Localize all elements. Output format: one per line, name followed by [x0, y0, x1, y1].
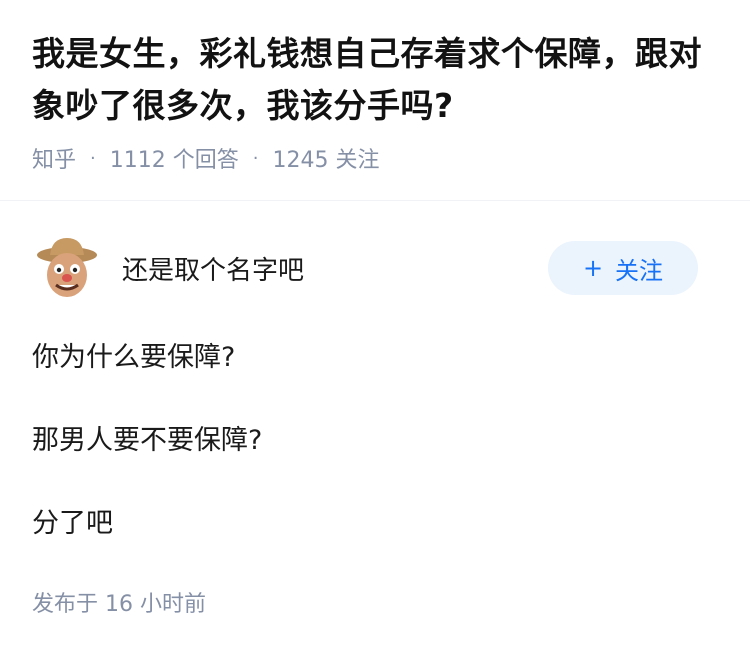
- section-divider: [0, 200, 750, 201]
- separator-dot: ·: [252, 147, 259, 169]
- publish-time-value: 16 小时前: [105, 592, 207, 617]
- publish-time[interactable]: 发布于 16 小时前: [32, 586, 206, 618]
- followers-count-group[interactable]: 1245 关注: [273, 142, 380, 174]
- answer-card: 还是取个名字吧 + 关注 你为什么要保障? 那男人要不要保障? 分了吧 发布于 …: [32, 236, 718, 617]
- answers-count: 1112: [109, 148, 166, 173]
- plus-icon: +: [582, 254, 604, 282]
- question-header: 我是女生，彩礼钱想自己存着求个保障，跟对象吵了很多次，我该分手吗? 知乎 · 1…: [0, 0, 750, 174]
- separator-dot: ·: [90, 147, 96, 169]
- answers-label: 个回答: [172, 148, 239, 173]
- question-title[interactable]: 我是女生，彩礼钱想自己存着求个保障，跟对象吵了很多次，我该分手吗?: [32, 28, 718, 132]
- answer-paragraph: 你为什么要保障?: [32, 342, 236, 373]
- answer-paragraph: 那男人要不要保障?: [32, 425, 263, 456]
- source-label[interactable]: 知乎: [32, 142, 76, 174]
- cartoon-man-avatar[interactable]: [32, 233, 102, 303]
- follow-label: 关注: [615, 256, 664, 285]
- followers-label: 关注: [335, 148, 380, 173]
- author-row: 还是取个名字吧 + 关注: [32, 236, 718, 300]
- follow-button[interactable]: + 关注: [548, 241, 698, 295]
- answers-count-group[interactable]: 1112 个回答: [110, 142, 239, 174]
- question-meta: 知乎 · 1112 个回答 · 1245 关注: [32, 142, 718, 174]
- answer-paragraph: 分了吧: [32, 508, 113, 539]
- publish-prefix: 发布于: [32, 592, 99, 617]
- author-name[interactable]: 还是取个名字吧: [122, 250, 548, 287]
- followers-count: 1245: [272, 148, 329, 173]
